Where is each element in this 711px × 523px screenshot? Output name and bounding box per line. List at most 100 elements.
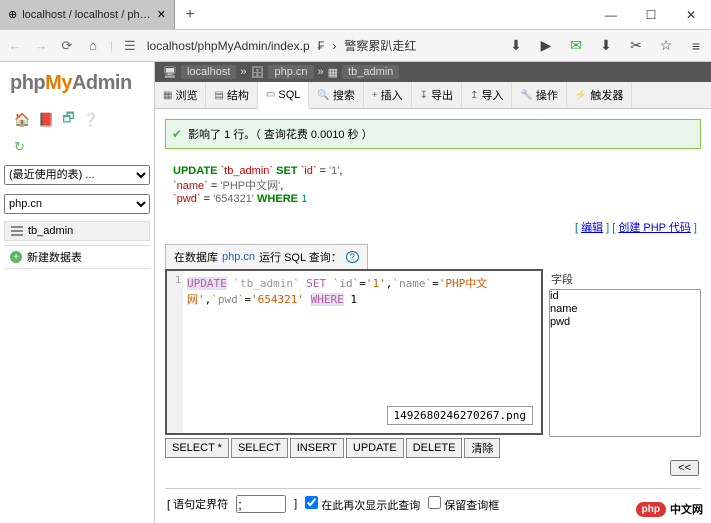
show-again-checkbox[interactable] [305,496,318,509]
server-icon: ☰ [121,38,139,54]
tab-insert[interactable]: +插入 [364,82,412,108]
sql-icon: ▭ [266,89,275,100]
play-icon[interactable]: ▶ [537,37,555,54]
tab-triggers[interactable]: ⚡触发器 [567,82,632,108]
new-tab-button[interactable]: + [175,0,205,29]
close-window-button[interactable]: ✕ [671,0,711,29]
keep-box-checkbox[interactable] [428,496,441,509]
forward-button[interactable]: → [32,38,50,53]
delete-button[interactable] [406,438,463,458]
reload-icon[interactable]: ↻ [14,139,25,155]
browser-tab[interactable]: ⊕ localhost / localhost / php.cn / tb ✕ [0,0,175,29]
bc-table[interactable]: tb_admin [342,65,399,79]
new-table-button[interactable]: + 新建数据表 [4,245,150,269]
table-icon: ▦ [328,66,338,79]
menu-icon[interactable]: ≡ [687,38,705,54]
watermark: php 中文网 [636,501,703,517]
cut-icon[interactable]: ✂ [627,37,645,54]
content-area: 🖥 localhost » 🗄 php.cn » ▦ tb_admin ▦浏览 … [155,62,711,523]
chat-icon[interactable]: ✉ [567,37,585,54]
db-icon: 🗄 [251,66,265,79]
insert-button[interactable] [290,438,344,458]
back-button[interactable]: ← [6,38,24,53]
sql-button-row [165,438,701,458]
tab-search[interactable]: 🔍搜索 [309,82,363,108]
fields-list[interactable]: id name pwd [549,289,701,437]
sidebar: phpMyAdmin 🏠 📕 🗗 ❔ ↻ (最近使用的表) ... php.cn… [0,62,155,523]
scroll-left-row: << [167,460,699,476]
query-panel: 在数据库 php.cn 运行 SQL 查询： ? 1 UPDATE `tb_ad… [165,243,701,437]
help-icon[interactable]: ? [346,251,359,263]
tab-operations[interactable]: 🔧操作 [512,82,566,108]
home-button[interactable]: ⌂ [84,38,102,53]
selectall-button[interactable] [165,438,229,458]
scroll-left-button[interactable]: << [670,460,699,476]
tab-sql[interactable]: ▭SQL [258,82,309,109]
divider: | [110,40,113,52]
tab-browse[interactable]: ▦浏览 [155,82,206,108]
address-segment-1[interactable]: localhost/phpMyAdmin/index.p [147,39,310,53]
phpmyadmin-logo: phpMyAdmin [4,68,150,105]
fields-panel: 字段 id name pwd [549,269,701,437]
export-icon: ↧ [420,90,428,101]
success-text: 影响了 1 行。（ 查询花费 0.0010 秒 ） [188,126,373,142]
gear-icon: 🔧 [520,90,532,101]
query-title: 在数据库 php.cn 运行 SQL 查询： ? [165,244,368,270]
keep-box-option[interactable]: 保留查询框 [428,496,499,513]
sidebar-toolbar: 🏠 📕 🗗 ❔ [4,105,150,135]
add-icon: + [10,251,22,263]
sql-editor[interactable]: 1 UPDATE `tb_admin` SET `id`='1',`name`=… [165,269,543,435]
addr-sep-2: › [332,39,336,53]
globe-icon: ⊕ [8,8,17,21]
address-segment-2[interactable]: 警察累趴走红 [344,37,416,54]
editor-gutter: 1 [167,271,183,433]
tree-table-label: tb_admin [28,225,73,237]
tree-table-item[interactable]: tb_admin [4,221,150,241]
tab-structure[interactable]: ▤结构 [206,82,257,108]
exit-icon[interactable]: 📕 [38,112,54,128]
structure-icon: ▤ [214,90,223,101]
server-icon: 🖥 [163,66,177,79]
bc-db[interactable]: php.cn [268,65,313,79]
insert-icon: + [372,90,378,101]
database-select[interactable]: php.cn [4,194,150,214]
maximize-button[interactable]: ☐ [631,0,671,29]
bc-host[interactable]: localhost [181,65,236,79]
help-icon[interactable]: ❔ [83,112,99,128]
success-message: ✔ 影响了 1 行。（ 查询花费 0.0010 秒 ） [165,119,701,149]
create-php-link[interactable]: 创建 PHP 代码 [618,222,691,234]
select-button[interactable] [231,438,288,458]
reload-button[interactable]: ⟳ [58,38,76,54]
new-table-label: 新建数据表 [27,249,82,265]
window-controls: — ☐ ✕ [591,0,711,29]
fields-label: 字段 [549,269,701,289]
executed-sql: UPDATE `tb_admin` SET `id` = '1', `name`… [167,159,699,211]
tab-export[interactable]: ↧导出 [412,82,462,108]
delimiter-label: [ 语句定界符 [167,496,228,512]
search-icon: 🔍 [317,90,329,101]
trigger-icon: ⚡ [575,90,587,101]
browser-navbar: ← → ⟳ ⌂ | ☰ localhost/phpMyAdmin/index.p… [0,30,711,62]
minimize-button[interactable]: — [591,0,631,29]
show-again-option[interactable]: 在此再次显示此查询 [305,496,420,513]
tab-import[interactable]: ↥导入 [462,82,512,108]
addr-sep-1: ₣ [318,39,325,53]
update-button[interactable] [346,438,404,458]
download2-icon[interactable]: ⬇ [597,37,615,54]
clear-button[interactable] [464,438,500,458]
star-icon[interactable]: ☆ [657,37,675,54]
check-icon: ✔ [172,127,182,141]
content-tabs: ▦浏览 ▤结构 ▭SQL 🔍搜索 +插入 ↧导出 ↥导入 🔧操作 ⚡触发器 [155,82,711,109]
editor-line: UPDATE `tb_admin` SET `id`='1',`name`='P… [187,275,537,307]
recent-tables-select[interactable]: (最近使用的表) ... [4,165,150,185]
edit-link[interactable]: 编辑 [581,222,603,234]
footer-options: [ 语句定界符 ] 在此再次显示此查询 保留查询框 [167,495,699,513]
delimiter-input[interactable] [236,495,286,513]
download-icon[interactable]: ⬇ [507,37,525,54]
sidebar-reload: ↻ [4,135,150,159]
sql-icon[interactable]: 🗗 [62,109,74,131]
bracket-close: ] [294,498,297,510]
home-icon[interactable]: 🏠 [14,112,30,128]
close-tab-icon[interactable]: ✕ [157,8,166,21]
watermark-logo: php [636,502,666,517]
